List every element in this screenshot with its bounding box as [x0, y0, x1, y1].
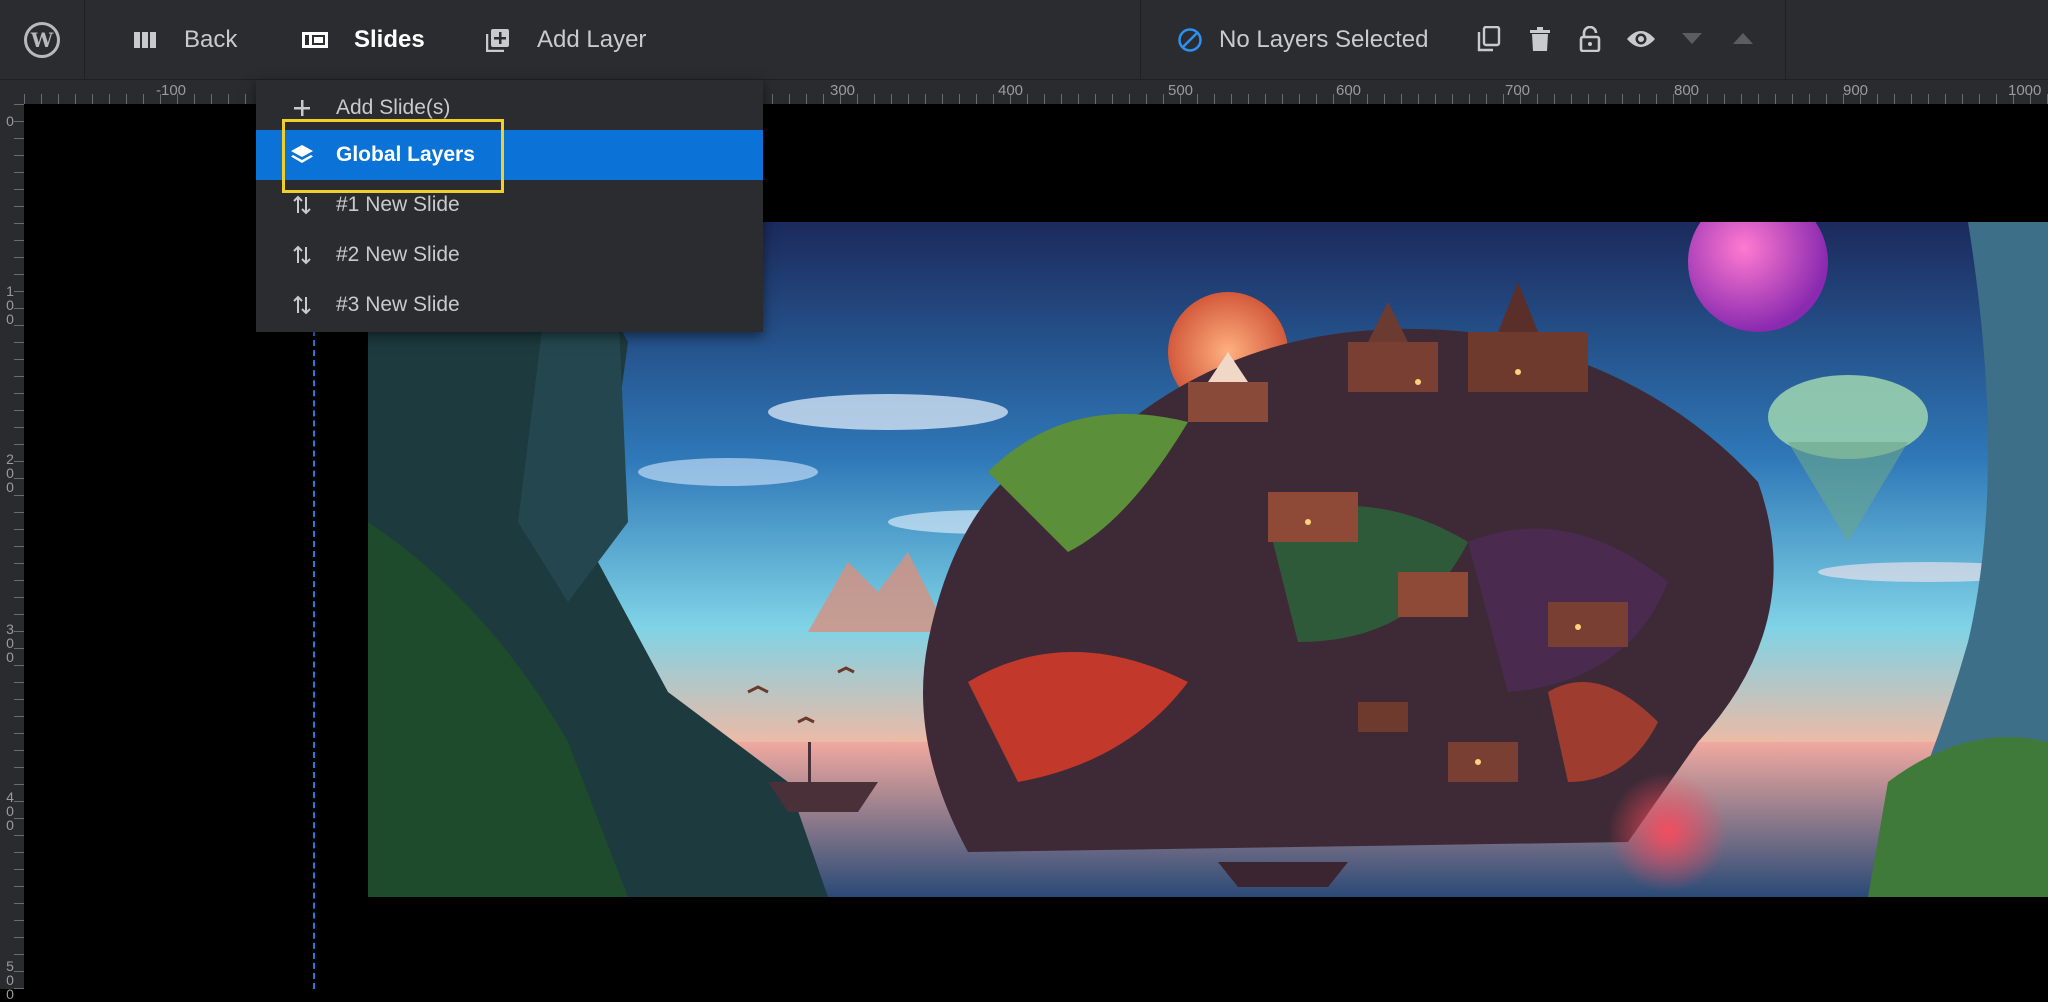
slide-item-label: #1 New Slide [336, 193, 460, 216]
ruler-tick: 100 [6, 283, 14, 327]
ruler-tick: -100 [156, 82, 187, 99]
ban-icon [1178, 27, 1202, 52]
sort-arrows-icon [290, 293, 314, 317]
ruler-tick: 500 [6, 958, 14, 1002]
ruler-tick: 1000 [2008, 82, 2042, 99]
top-toolbar: W Back Slides Add Layer No Layers Select… [0, 0, 2048, 80]
ruler-tick: 800 [1674, 82, 1700, 99]
slides-button[interactable]: Slides [302, 0, 425, 79]
ruler-tick: 600 [1336, 82, 1362, 99]
ruler-tick: 900 [1843, 82, 1869, 99]
add-layer-button[interactable]: Add Layer [485, 0, 646, 79]
sort-arrows-icon [290, 193, 314, 217]
slide-item-2[interactable]: #2 New Slide [256, 230, 763, 280]
wordpress-icon: W [24, 21, 60, 58]
move-up-icon[interactable] [1728, 24, 1758, 54]
add-slides-label: Add Slide(s) [336, 96, 451, 119]
no-layers-label: No Layers Selected [1219, 25, 1429, 53]
slides-icon [302, 27, 328, 53]
back-label: Back [184, 25, 238, 53]
add-layer-label: Add Layer [537, 25, 647, 53]
slides-label: Slides [354, 25, 425, 53]
trash-icon[interactable] [1525, 24, 1555, 54]
slide-item-label: #3 New Slide [336, 293, 460, 316]
ruler-tick: 400 [6, 789, 14, 833]
global-layers-label: Global Layers [336, 143, 475, 166]
wordpress-logo-button[interactable]: W [0, 0, 85, 79]
add-slides-item[interactable]: Add Slide(s) [256, 83, 763, 133]
duplicate-icon[interactable] [1474, 24, 1504, 54]
unlock-icon[interactable] [1575, 24, 1605, 54]
sort-arrows-icon [290, 243, 314, 267]
slides-dropdown-menu: Add Slide(s) Global Layers #1 New Slide … [256, 80, 763, 332]
plus-icon [290, 96, 314, 120]
global-layers-item[interactable]: Global Layers [256, 130, 763, 180]
ruler-tick: 400 [998, 82, 1024, 99]
slide-item-1[interactable]: #1 New Slide [256, 180, 763, 230]
vertical-ruler: 0 100 200 300 400 500 [0, 104, 24, 1001]
move-down-icon[interactable] [1677, 24, 1707, 54]
ruler-tick: 700 [1505, 82, 1531, 99]
layers-icon [290, 143, 314, 167]
slide-item-3[interactable]: #3 New Slide [256, 280, 763, 330]
no-layers-selected-status: No Layers Selected [1177, 0, 1428, 79]
columns-icon [132, 27, 158, 53]
ruler-tick: 0 [6, 113, 14, 129]
add-layer-icon [485, 27, 511, 53]
ruler-tick: 500 [1168, 82, 1194, 99]
ruler-tick: 200 [6, 451, 14, 495]
ruler-tick: 300 [6, 621, 14, 665]
eye-icon[interactable] [1626, 24, 1656, 54]
vertical-guide-line[interactable] [313, 330, 315, 989]
layer-selection-group: No Layers Selected [1140, 0, 1786, 79]
ruler-tick: 300 [830, 82, 856, 99]
back-button[interactable]: Back [132, 0, 237, 79]
slide-item-label: #2 New Slide [336, 243, 460, 266]
